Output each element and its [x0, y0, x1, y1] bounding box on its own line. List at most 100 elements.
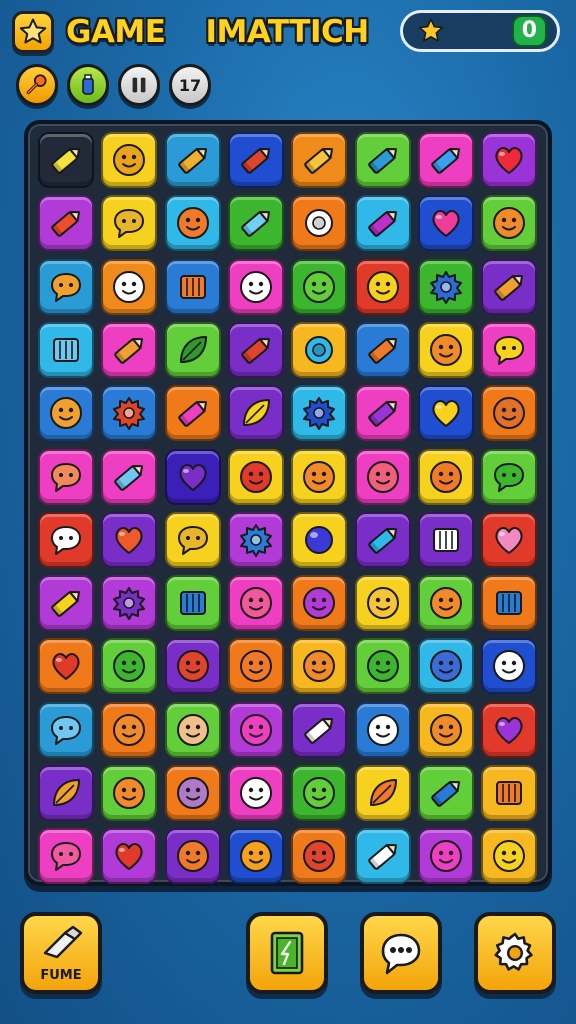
board-tile-r7-c8[interactable]: [481, 511, 538, 568]
board-tile-r11-c2[interactable]: [101, 765, 158, 821]
chat-button[interactable]: [360, 912, 442, 994]
board-tile-r6-c7[interactable]: [417, 448, 474, 505]
board-tile-r1-c7[interactable]: [417, 132, 474, 188]
board-tile-r3-c6[interactable]: [354, 258, 411, 315]
board-tile-r1-c2[interactable]: [101, 132, 158, 188]
board-tile-r2-c4[interactable]: [227, 195, 284, 252]
board-tile-r11-c5[interactable]: [291, 765, 348, 821]
board-tile-r11-c7[interactable]: [417, 765, 474, 821]
board-tile-r9-c4[interactable]: [227, 638, 284, 695]
hammer-button[interactable]: FUME: [20, 912, 102, 994]
board-tile-r2-c6[interactable]: [354, 195, 411, 252]
board-tile-r7-c1[interactable]: [38, 511, 94, 568]
board-tile-r3-c4[interactable]: [227, 258, 284, 315]
board-tile-r10-c7[interactable]: [417, 701, 474, 758]
board-tile-r3-c5[interactable]: [291, 258, 348, 315]
board-tile-r2-c2[interactable]: [101, 195, 158, 252]
board-tile-r3-c3[interactable]: [164, 258, 221, 315]
board-tile-r2-c1[interactable]: [38, 195, 94, 252]
board-tile-r12-c1[interactable]: [38, 828, 94, 885]
board-tile-r7-c6[interactable]: [354, 511, 411, 568]
board-tile-r4-c3[interactable]: [164, 321, 221, 378]
board-tile-r6-c5[interactable]: [291, 448, 348, 505]
board-tile-r4-c5[interactable]: [291, 321, 348, 378]
board-tile-r9-c5[interactable]: [291, 638, 348, 695]
board-tile-r9-c1[interactable]: [38, 638, 94, 695]
board-tile-r1-c5[interactable]: [291, 132, 348, 188]
board-tile-r3-c1[interactable]: [38, 258, 94, 315]
board-tile-r4-c1[interactable]: [38, 321, 94, 378]
board-tile-r11-c8[interactable]: [481, 765, 538, 821]
board-tile-r6-c1[interactable]: [38, 448, 94, 505]
board-tile-r7-c5[interactable]: [291, 511, 348, 568]
board-tile-r4-c6[interactable]: [354, 321, 411, 378]
board-tile-r5-c3[interactable]: [164, 385, 221, 442]
board-tile-r7-c7[interactable]: [417, 511, 474, 568]
board-tile-r8-c8[interactable]: [481, 575, 538, 632]
board-tile-r12-c3[interactable]: [164, 828, 221, 885]
board-tile-r2-c8[interactable]: [481, 195, 538, 252]
key-button[interactable]: [16, 64, 58, 106]
board-tile-r11-c1[interactable]: [38, 765, 94, 821]
board-tile-r10-c6[interactable]: [354, 701, 411, 758]
board-tile-r7-c4[interactable]: [227, 511, 284, 568]
board-tile-r8-c5[interactable]: [291, 575, 348, 632]
board-tile-r1-c6[interactable]: [354, 132, 411, 188]
moves-counter[interactable]: 17: [169, 64, 211, 106]
board-tile-r12-c5[interactable]: [291, 828, 348, 885]
board-tile-r11-c4[interactable]: [227, 765, 284, 821]
board-tile-r2-c5[interactable]: [291, 195, 348, 252]
board-tile-r12-c4[interactable]: [227, 828, 284, 885]
board-tile-r10-c4[interactable]: [227, 701, 284, 758]
board-tile-r5-c6[interactable]: [354, 385, 411, 442]
board-tile-r8-c3[interactable]: [164, 575, 221, 632]
board-tile-r3-c2[interactable]: [101, 258, 158, 315]
board-tile-r11-c3[interactable]: [164, 765, 221, 821]
board-tile-r8-c7[interactable]: [417, 575, 474, 632]
board-tile-r8-c6[interactable]: [354, 575, 411, 632]
board-tile-r8-c1[interactable]: [38, 575, 94, 632]
pause-button[interactable]: [118, 64, 160, 106]
board-tile-r3-c7[interactable]: [417, 258, 474, 315]
board-tile-r5-c2[interactable]: [101, 385, 158, 442]
board-tile-r5-c8[interactable]: [481, 385, 538, 442]
board-tile-r2-c7[interactable]: [417, 195, 474, 252]
board-tile-r11-c6[interactable]: [354, 765, 411, 821]
board-tile-r4-c8[interactable]: [481, 321, 538, 378]
board-tile-r6-c6[interactable]: [354, 448, 411, 505]
book-button[interactable]: [246, 912, 328, 994]
board-tile-r6-c4[interactable]: [227, 448, 284, 505]
board-tile-r5-c5[interactable]: [291, 385, 348, 442]
board-tile-r9-c2[interactable]: [101, 638, 158, 695]
board-tile-r4-c4[interactable]: [227, 321, 284, 378]
board-tile-r1-c1[interactable]: [38, 132, 94, 188]
board-tile-r1-c4[interactable]: [227, 132, 284, 188]
board-tile-r1-c8[interactable]: [481, 132, 538, 188]
board-tile-r2-c3[interactable]: [164, 195, 221, 252]
board-tile-r12-c7[interactable]: [417, 828, 474, 885]
board-tile-r9-c8[interactable]: [481, 638, 538, 695]
settings-button[interactable]: [474, 912, 556, 994]
board-tile-r8-c2[interactable]: [101, 575, 158, 632]
board-tile-r10-c5[interactable]: [291, 701, 348, 758]
board-tile-r7-c2[interactable]: [101, 511, 158, 568]
board-tile-r1-c3[interactable]: [164, 132, 221, 188]
board-tile-r6-c8[interactable]: [481, 448, 538, 505]
board-tile-r7-c3[interactable]: [164, 511, 221, 568]
board-tile-r8-c4[interactable]: [227, 575, 284, 632]
board-tile-r12-c6[interactable]: [354, 828, 411, 885]
board-tile-r4-c7[interactable]: [417, 321, 474, 378]
board-tile-r6-c3[interactable]: [164, 448, 221, 505]
board-tile-r10-c1[interactable]: [38, 701, 94, 758]
board-tile-r9-c7[interactable]: [417, 638, 474, 695]
board-tile-r3-c8[interactable]: [481, 258, 538, 315]
board-tile-r5-c1[interactable]: [38, 385, 94, 442]
board-tile-r9-c6[interactable]: [354, 638, 411, 695]
board-tile-r5-c4[interactable]: [227, 385, 284, 442]
board-tile-r10-c2[interactable]: [101, 701, 158, 758]
board-tile-r10-c3[interactable]: [164, 701, 221, 758]
board-tile-r12-c8[interactable]: [481, 828, 538, 885]
board-tile-r10-c8[interactable]: [481, 701, 538, 758]
board-tile-r5-c7[interactable]: [417, 385, 474, 442]
board-tile-r4-c2[interactable]: [101, 321, 158, 378]
